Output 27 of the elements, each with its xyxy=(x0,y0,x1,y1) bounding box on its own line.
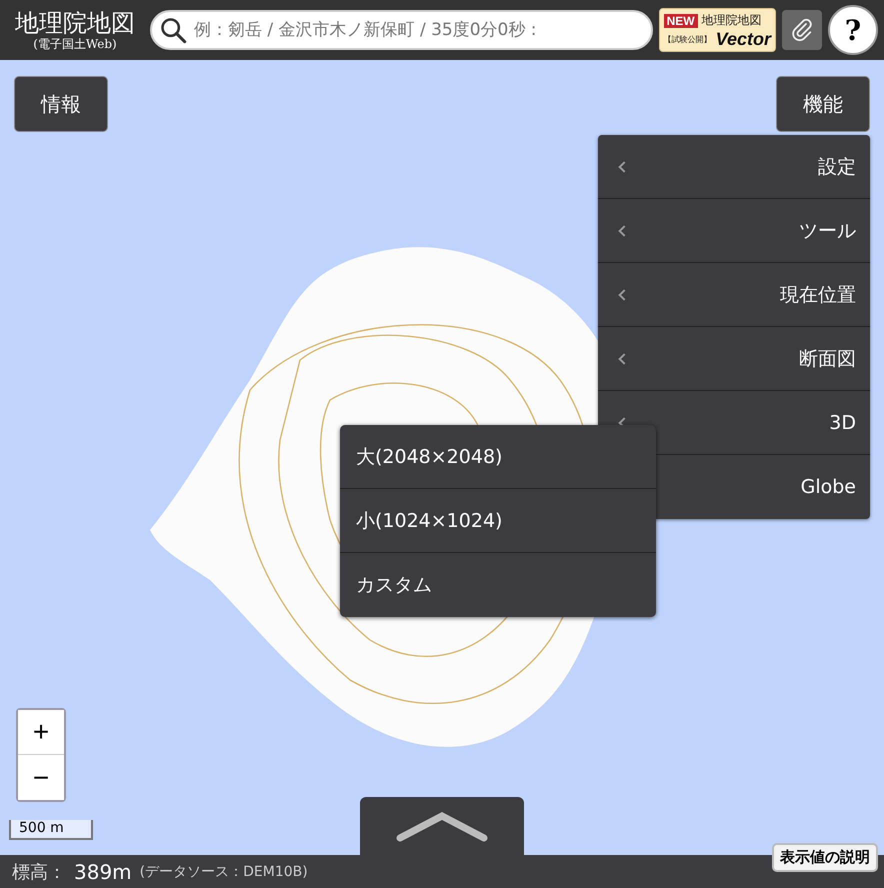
menu-item[interactable]: 大(2048×2048) xyxy=(340,425,656,489)
function-button[interactable]: 機能 xyxy=(776,76,870,132)
menu-item[interactable]: 小(1024×1024) xyxy=(340,489,656,553)
menu-item[interactable]: 断面図 xyxy=(598,327,870,391)
menu-item[interactable]: カスタム xyxy=(340,553,656,617)
banner-note: 【試験公開】 xyxy=(664,34,712,44)
banner-brand: Vector xyxy=(716,30,771,48)
vector-banner-button[interactable]: NEW 地理院地図 【試験公開】 Vector xyxy=(658,8,776,52)
paperclip-button[interactable] xyxy=(782,10,822,50)
menu-item[interactable]: 現在位置 xyxy=(598,263,870,327)
banner-title: 地理院地図 xyxy=(702,12,762,29)
info-button[interactable]: 情報 xyxy=(14,76,108,132)
elevation-label: 標高： xyxy=(12,860,66,884)
app-title: 地理院地図 xyxy=(15,9,135,37)
app-subtitle: (電子国土Web) xyxy=(33,37,117,51)
explain-button[interactable]: 表示値の説明 xyxy=(772,843,878,872)
expand-panel-button[interactable] xyxy=(360,797,524,855)
data-source: (データソース：DEM10B) xyxy=(140,862,308,880)
help-button[interactable]: ? xyxy=(828,5,878,55)
menu-item[interactable]: ツール xyxy=(598,199,870,263)
search-field[interactable]: 例：剱岳 / 金沢市木ノ新保町 / 35度0分0秒 : xyxy=(150,10,653,50)
paperclip-icon xyxy=(790,18,814,42)
new-badge: NEW xyxy=(664,14,698,28)
menu-item[interactable]: 設定 xyxy=(598,135,870,199)
zoom-in-button[interactable]: + xyxy=(18,710,64,755)
elevation-value: 389m xyxy=(74,860,132,884)
scale-bar: 500 m xyxy=(9,820,93,840)
